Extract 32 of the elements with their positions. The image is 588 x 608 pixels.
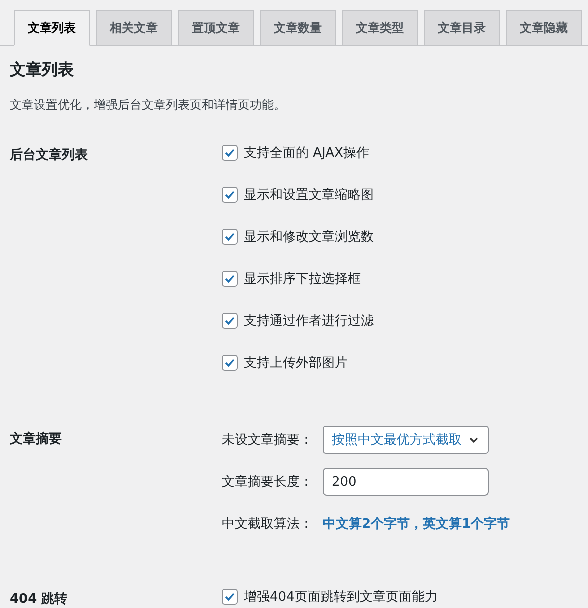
checkbox-label: 显示和修改文章浏览数	[244, 229, 374, 246]
checkbox[interactable]	[222, 229, 238, 245]
tab[interactable]: 文章目录	[424, 10, 500, 46]
section-label: 文章摘要	[9, 430, 63, 449]
tab[interactable]: 文章隐藏	[506, 10, 582, 46]
tab[interactable]: 文章数量	[260, 10, 336, 46]
checkbox[interactable]	[222, 271, 238, 287]
checkbox[interactable]	[222, 313, 238, 329]
checkbox-label: 显示排序下拉选择框	[244, 271, 361, 288]
tab[interactable]: 相关文章	[96, 10, 172, 46]
checkbox-label: 显示和设置文章缩略图	[244, 187, 374, 204]
section-label: 后台文章列表	[8, 146, 89, 165]
checkbox-label: 支持通过作者进行过滤	[244, 313, 374, 330]
checkbox[interactable]	[222, 145, 238, 161]
info-text: 中文算2个字节，英文算1个字节	[323, 516, 510, 533]
page-title: 文章列表	[10, 60, 75, 81]
tab[interactable]: 文章列表	[14, 10, 90, 46]
section-label: 404 跳转	[9, 591, 69, 608]
checkbox[interactable]	[222, 355, 238, 371]
tab[interactable]: 置顶文章	[178, 10, 254, 46]
dropdown[interactable]: 按照中文最优方式截取	[323, 426, 489, 454]
input-field[interactable]: 200	[323, 468, 489, 496]
field-label: 文章摘要长度：	[222, 474, 314, 491]
checkbox-label: 支持上传外部图片	[244, 355, 348, 372]
field-label: 中文截取算法：	[222, 516, 314, 533]
description: 文章设置优化，增强后台文章列表页和详情页功能。	[10, 97, 287, 114]
tab[interactable]: 文章类型	[342, 10, 418, 46]
checkbox[interactable]	[222, 187, 238, 203]
checkbox-label: 增强404页面跳转到文章页面能力	[244, 589, 438, 606]
field-label: 未设文章摘要：	[222, 432, 314, 449]
checkbox-label: 支持全面的 AJAX操作	[244, 145, 370, 162]
checkbox[interactable]	[222, 589, 238, 605]
